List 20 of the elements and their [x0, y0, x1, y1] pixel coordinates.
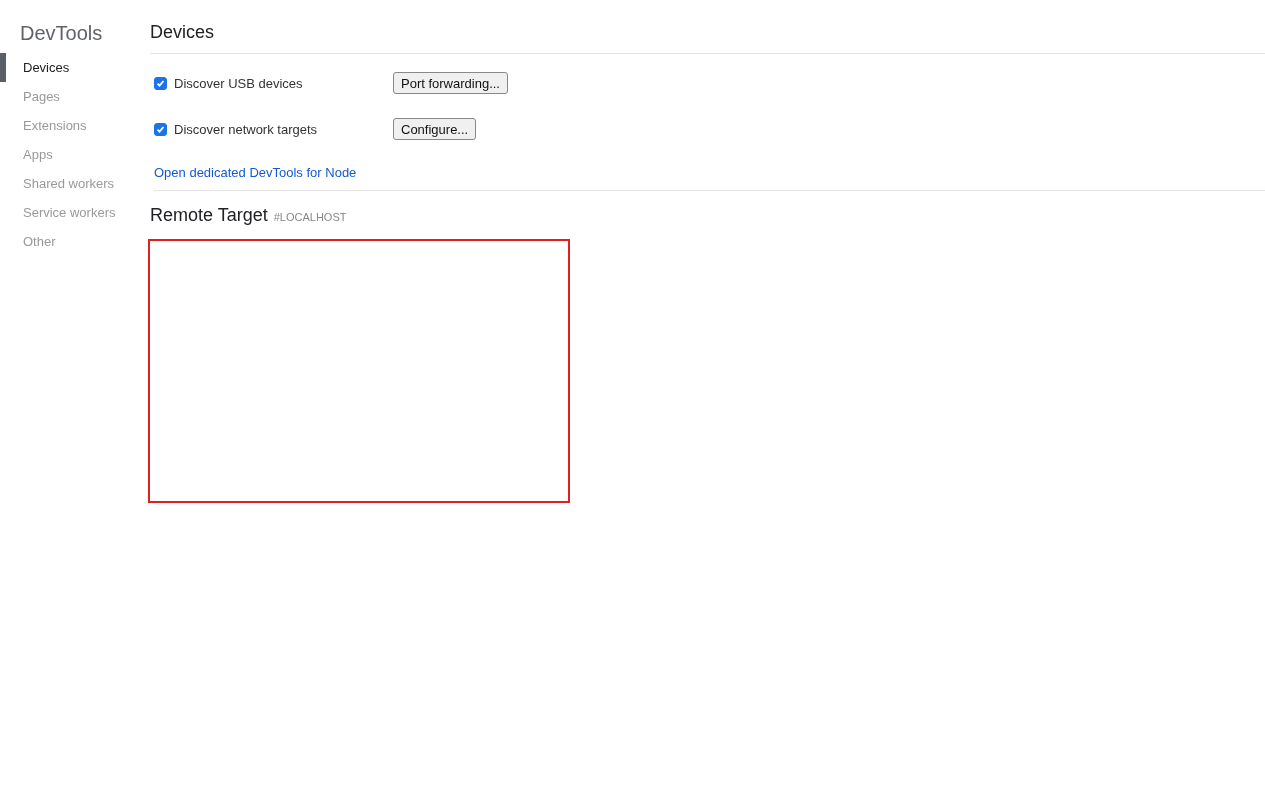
sidebar-item[interactable]: Shared workers	[23, 175, 115, 192]
checkbox-label: Discover USB devices	[174, 75, 304, 91]
sidebar-item[interactable]: Extensions	[23, 117, 87, 134]
checkbox-label: Discover network targets	[174, 121, 319, 137]
checkbox[interactable]	[154, 76, 167, 90]
option-button[interactable]: Port forwarding...	[393, 72, 508, 94]
sidebar-item[interactable]: Pages	[23, 88, 60, 105]
checkmark-icon	[156, 124, 165, 134]
checkbox[interactable]	[154, 122, 167, 136]
sidebar-item[interactable]: Devices	[23, 59, 70, 76]
section-title: Remote Target	[150, 205, 268, 226]
sidebar-item[interactable]: Service workers	[23, 204, 116, 221]
option-button[interactable]: Configure...	[393, 118, 477, 140]
sidebar-title: DevTools	[20, 21, 104, 46]
page-heading: Devices	[150, 21, 215, 44]
sidebar-item[interactable]: Other	[23, 233, 56, 250]
section-subtitle: #LOCALHOST	[273, 211, 347, 223]
checkmark-icon	[156, 78, 165, 88]
sidebar-item[interactable]: Apps	[23, 146, 53, 163]
devtools-link[interactable]: Open dedicated DevTools for Node	[154, 165, 357, 180]
